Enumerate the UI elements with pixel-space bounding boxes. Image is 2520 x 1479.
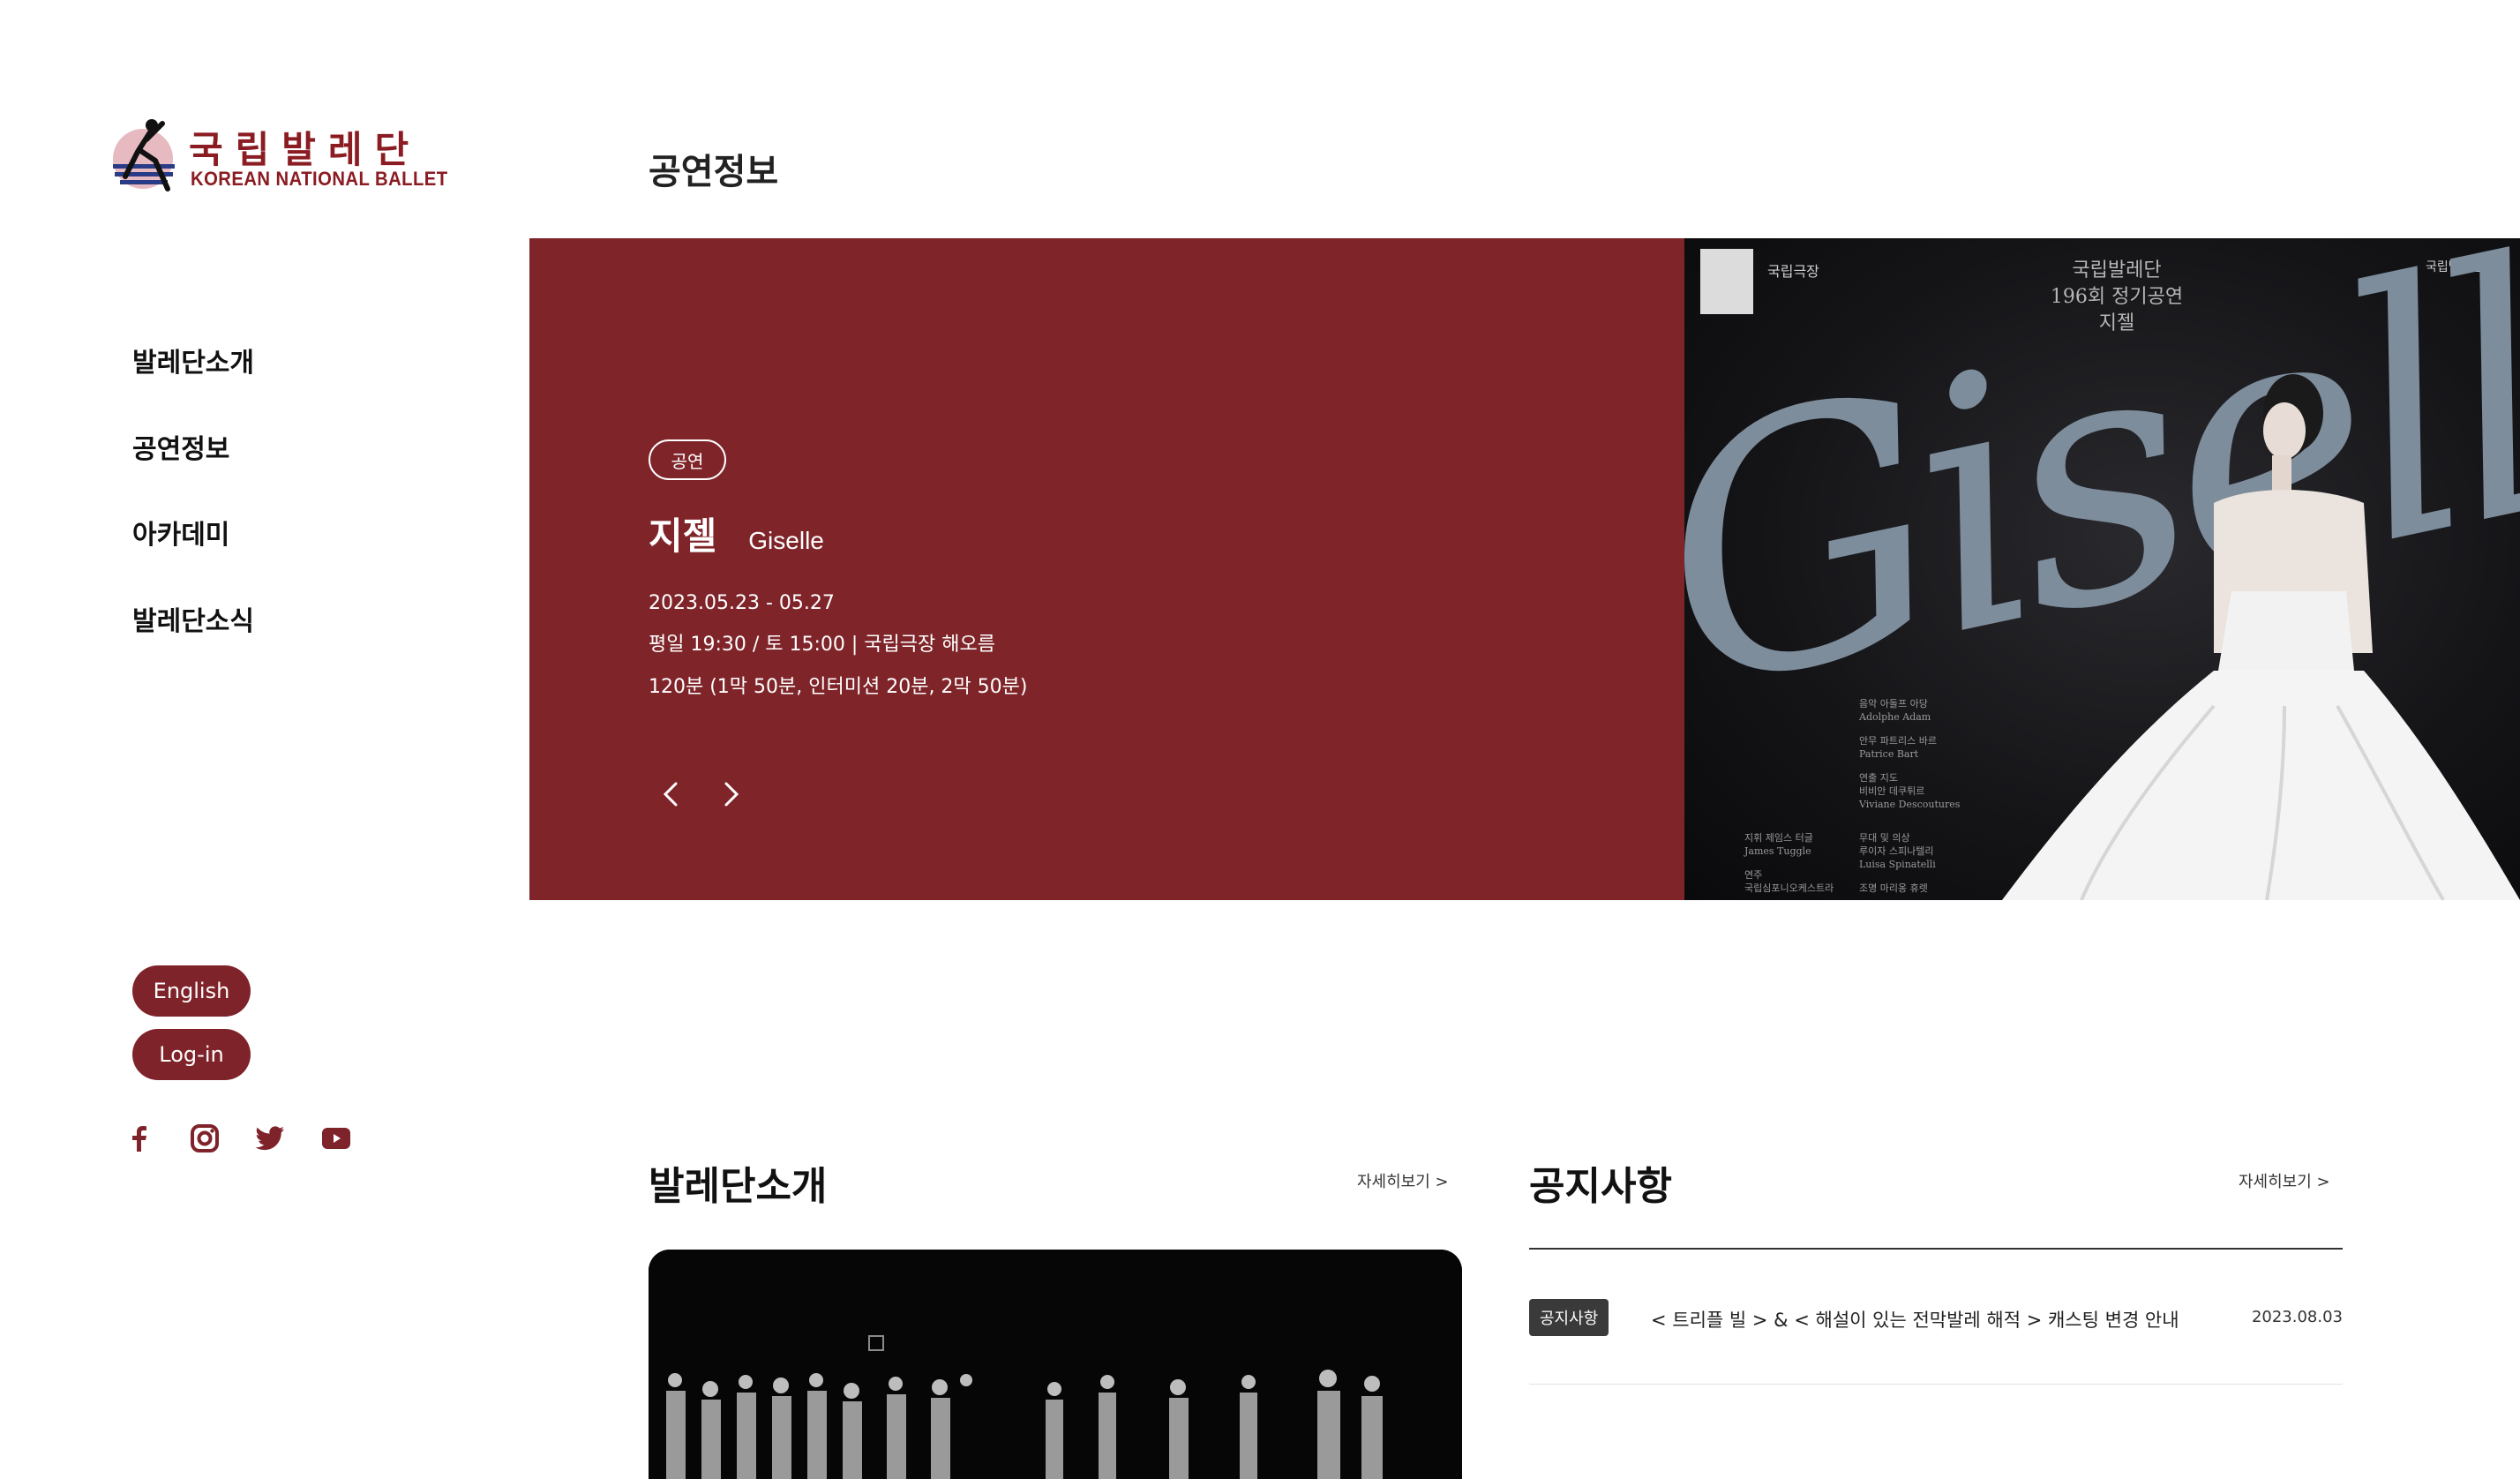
notice-more-link[interactable]: 자세히보기 > [2239,1169,2330,1192]
credit-line: 연주 [1744,869,1763,881]
hero-info: 공연 지젤 Giselle 2023.05.23 - 05.27 평일 19:3… [649,439,1619,699]
notice-date: 2023.08.03 [2251,1308,2343,1326]
poster-credits: 음악 아돌프 아당 Adolphe Adam 안무 파트리스 바르 Patric… [1859,697,1960,811]
performance-time-venue: 평일 19:30 / 토 15:00 | 국립극장 해오름 [649,634,995,656]
credit-line: 비비안 데쿠튀르 [1859,785,1925,797]
twitter-icon[interactable] [254,1122,286,1154]
section-title-about: 발레단소개 [649,1164,828,1209]
dancer-logo-icon [113,119,175,191]
facebook-icon[interactable] [123,1122,154,1154]
credit-line: Patrice Bart [1859,748,1919,760]
section-title-notice: 공지사항 [1529,1164,1672,1209]
credit-line: 국립심포니오케스트라 [1744,882,1834,894]
notice-badge: 공지사항 [1529,1299,1609,1336]
credit-line: Viviane Descoutures [1859,799,1961,810]
credit-line: Luisa Spinatelli [1859,859,1936,870]
chevron-left-icon [663,782,678,807]
nav-item-news[interactable]: 발레단소식 [132,599,254,638]
page-title: 공연정보 [649,152,779,192]
performance-poster[interactable]: 국립극장 국립발레단 국립발레단 196회 정기공연 지젤 Giselle 음악… [1684,238,2520,900]
chevron-right-icon [724,782,739,807]
performance-date: 2023.05.23 - 05.27 [649,592,835,614]
instagram-icon[interactable] [189,1122,221,1154]
brand-logo[interactable]: 국립발레단 KOREAN NATIONAL BALLET [111,115,447,196]
notice-title[interactable]: < 트리플 빌 > & < 해설이 있는 전막발레 해적 > 캐스팅 변경 안내 [1651,1306,2179,1333]
credit-line: 안무 파트리스 바르 [1859,735,1937,747]
youtube-icon[interactable] [320,1122,352,1154]
hero-title[interactable]: 지젤 [649,507,716,560]
credit-line: 루이자 스피나텔리 [1859,845,1934,857]
credit-line: 조명 마리옹 휴렛 [1859,882,1928,894]
credit-line: 무대 및 의상 [1859,832,1910,844]
hero-carousel: 공연 지젤 Giselle 2023.05.23 - 05.27 평일 19:3… [529,238,2520,900]
company-photo[interactable] [649,1250,1462,1479]
brand-name-korean: 국립발레단 [189,128,422,171]
login-button[interactable]: Log-in [132,1029,251,1080]
carousel-next-button[interactable] [710,775,749,814]
poster-credits-right: 무대 및 의상 루이자 스피나텔리 Luisa Spinatelli 조명 마리… [1859,831,1936,895]
about-more-link[interactable]: 자세히보기 > [1357,1169,1449,1192]
stage-photo-image [649,1250,1462,1479]
credit-line: 연출 지도 [1859,772,1898,784]
poster-badge [1700,249,1753,314]
credit-line: 지휘 제임스 터글 [1744,832,1813,844]
poster-credits-left: 지휘 제임스 터글 James Tuggle 연주 국립심포니오케스트라 [1744,831,1834,895]
carousel-prev-button[interactable] [653,775,692,814]
credit-line: 음악 아돌프 아당 [1859,698,1928,709]
nav-item-performances[interactable]: 공연정보 [132,427,229,466]
nav-item-about[interactable]: 발레단소개 [132,341,254,379]
poster-theater-mark: 국립극장 [1767,263,1819,280]
category-tag: 공연 [649,439,726,480]
performance-runtime: 120분 (1막 50분, 인터미션 20분, 2막 50분) [649,676,1028,698]
brand-name-english: KOREAN NATIONAL BALLET [191,168,448,190]
nav-item-academy[interactable]: 아카데미 [132,513,229,552]
credit-line: James Tuggle [1744,845,1811,857]
hero-title-row: 지젤 Giselle [649,507,1619,560]
notice-top-rule [1529,1248,2343,1250]
language-button[interactable]: English [132,965,251,1017]
notice-item[interactable]: 공지사항 < 트리플 빌 > & < 해설이 있는 전막발레 해적 > 캐스팅 … [1529,1299,2343,1336]
dancer-figure [2002,374,2520,900]
credit-line: Adolphe Adam [1859,711,1931,723]
hero-title-english: Giselle [748,527,824,554]
notice-divider [1529,1384,2343,1385]
